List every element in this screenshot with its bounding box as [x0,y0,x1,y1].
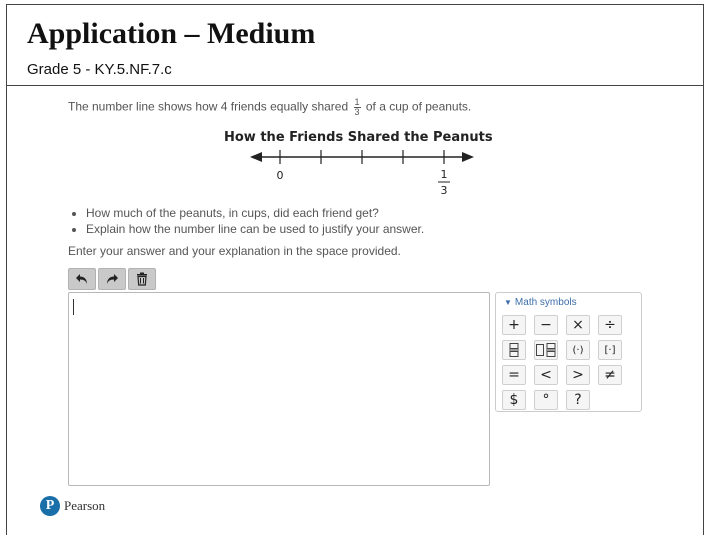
parentheses-key[interactable]: (·) [566,340,590,360]
fraction-denominator: 3 [354,107,360,117]
math-symbols-label: Math symbols [514,297,577,308]
tick-label-start: 0 [277,169,284,182]
not-equal-key[interactable]: ≠ [598,365,622,385]
trash-icon [137,272,147,286]
undo-button[interactable] [68,268,96,290]
math-symbols-panel: ▼Math symbols + − × ÷ (·) [·] = < > ≠ $ [495,292,642,412]
mixed-number-icon [536,343,556,357]
page-subtitle: Grade 5 - KY.5.NF.7.c [27,61,172,78]
redo-button[interactable] [98,268,126,290]
slide-header: Application – Medium Grade 5 - KY.5.NF.7… [7,5,703,86]
tick-label-end-denominator: 3 [441,184,448,197]
text-caret [73,299,74,315]
page-title: Application – Medium [27,17,316,50]
question-bullets: How much of the peanuts, in cups, did ea… [70,206,424,238]
redo-icon [107,274,118,284]
math-symbols-toggle[interactable]: ▼ Math symbols [504,297,577,308]
less-than-key[interactable]: < [534,365,558,385]
equals-key[interactable]: = [502,365,526,385]
brand-name: Pearson [64,498,106,513]
editor-toolbar [68,268,156,290]
caret-down-icon: ▼ [504,298,512,307]
greater-than-key[interactable]: > [566,365,590,385]
footer: P Pearson [40,496,105,516]
number-line-right-arrow [462,152,474,162]
dollar-key[interactable]: $ [502,390,526,410]
question-mark-key[interactable]: ? [566,390,590,410]
fraction-icon [509,343,519,357]
delete-button[interactable] [128,268,156,290]
mixed-number-key[interactable] [534,340,558,360]
bullet-item: How much of the peanuts, in cups, did ea… [86,206,424,220]
plus-key[interactable]: + [502,315,526,335]
brackets-key[interactable]: [·] [598,340,622,360]
prompt-fraction: 1 3 [353,98,361,117]
prompt-text-before: The number line shows how 4 friends equa… [68,99,349,114]
instruction-text: Enter your answer and your explanation i… [68,244,401,258]
undo-icon [76,274,87,284]
divide-key[interactable]: ÷ [598,315,622,335]
math-symbol-keys: + − × ÷ (·) [·] = < > ≠ $ ° ? [502,315,622,410]
degree-key[interactable]: ° [534,390,558,410]
number-line-left-arrow [250,152,262,162]
answer-textarea[interactable] [68,292,490,486]
minus-key[interactable]: − [534,315,558,335]
number-line: 0 1 3 [250,150,474,197]
bullet-item: Explain how the number line can be used … [86,222,424,236]
prompt-text-after: of a cup of peanuts. [365,99,472,114]
pearson-logo-icon: P [40,496,60,516]
times-key[interactable]: × [566,315,590,335]
figure-title: How the Friends Shared the Peanuts [224,130,493,145]
tick-label-end-numerator: 1 [441,168,448,181]
fraction-key[interactable] [502,340,526,360]
question-prompt: The number line shows how 4 friends equa… [68,98,471,117]
